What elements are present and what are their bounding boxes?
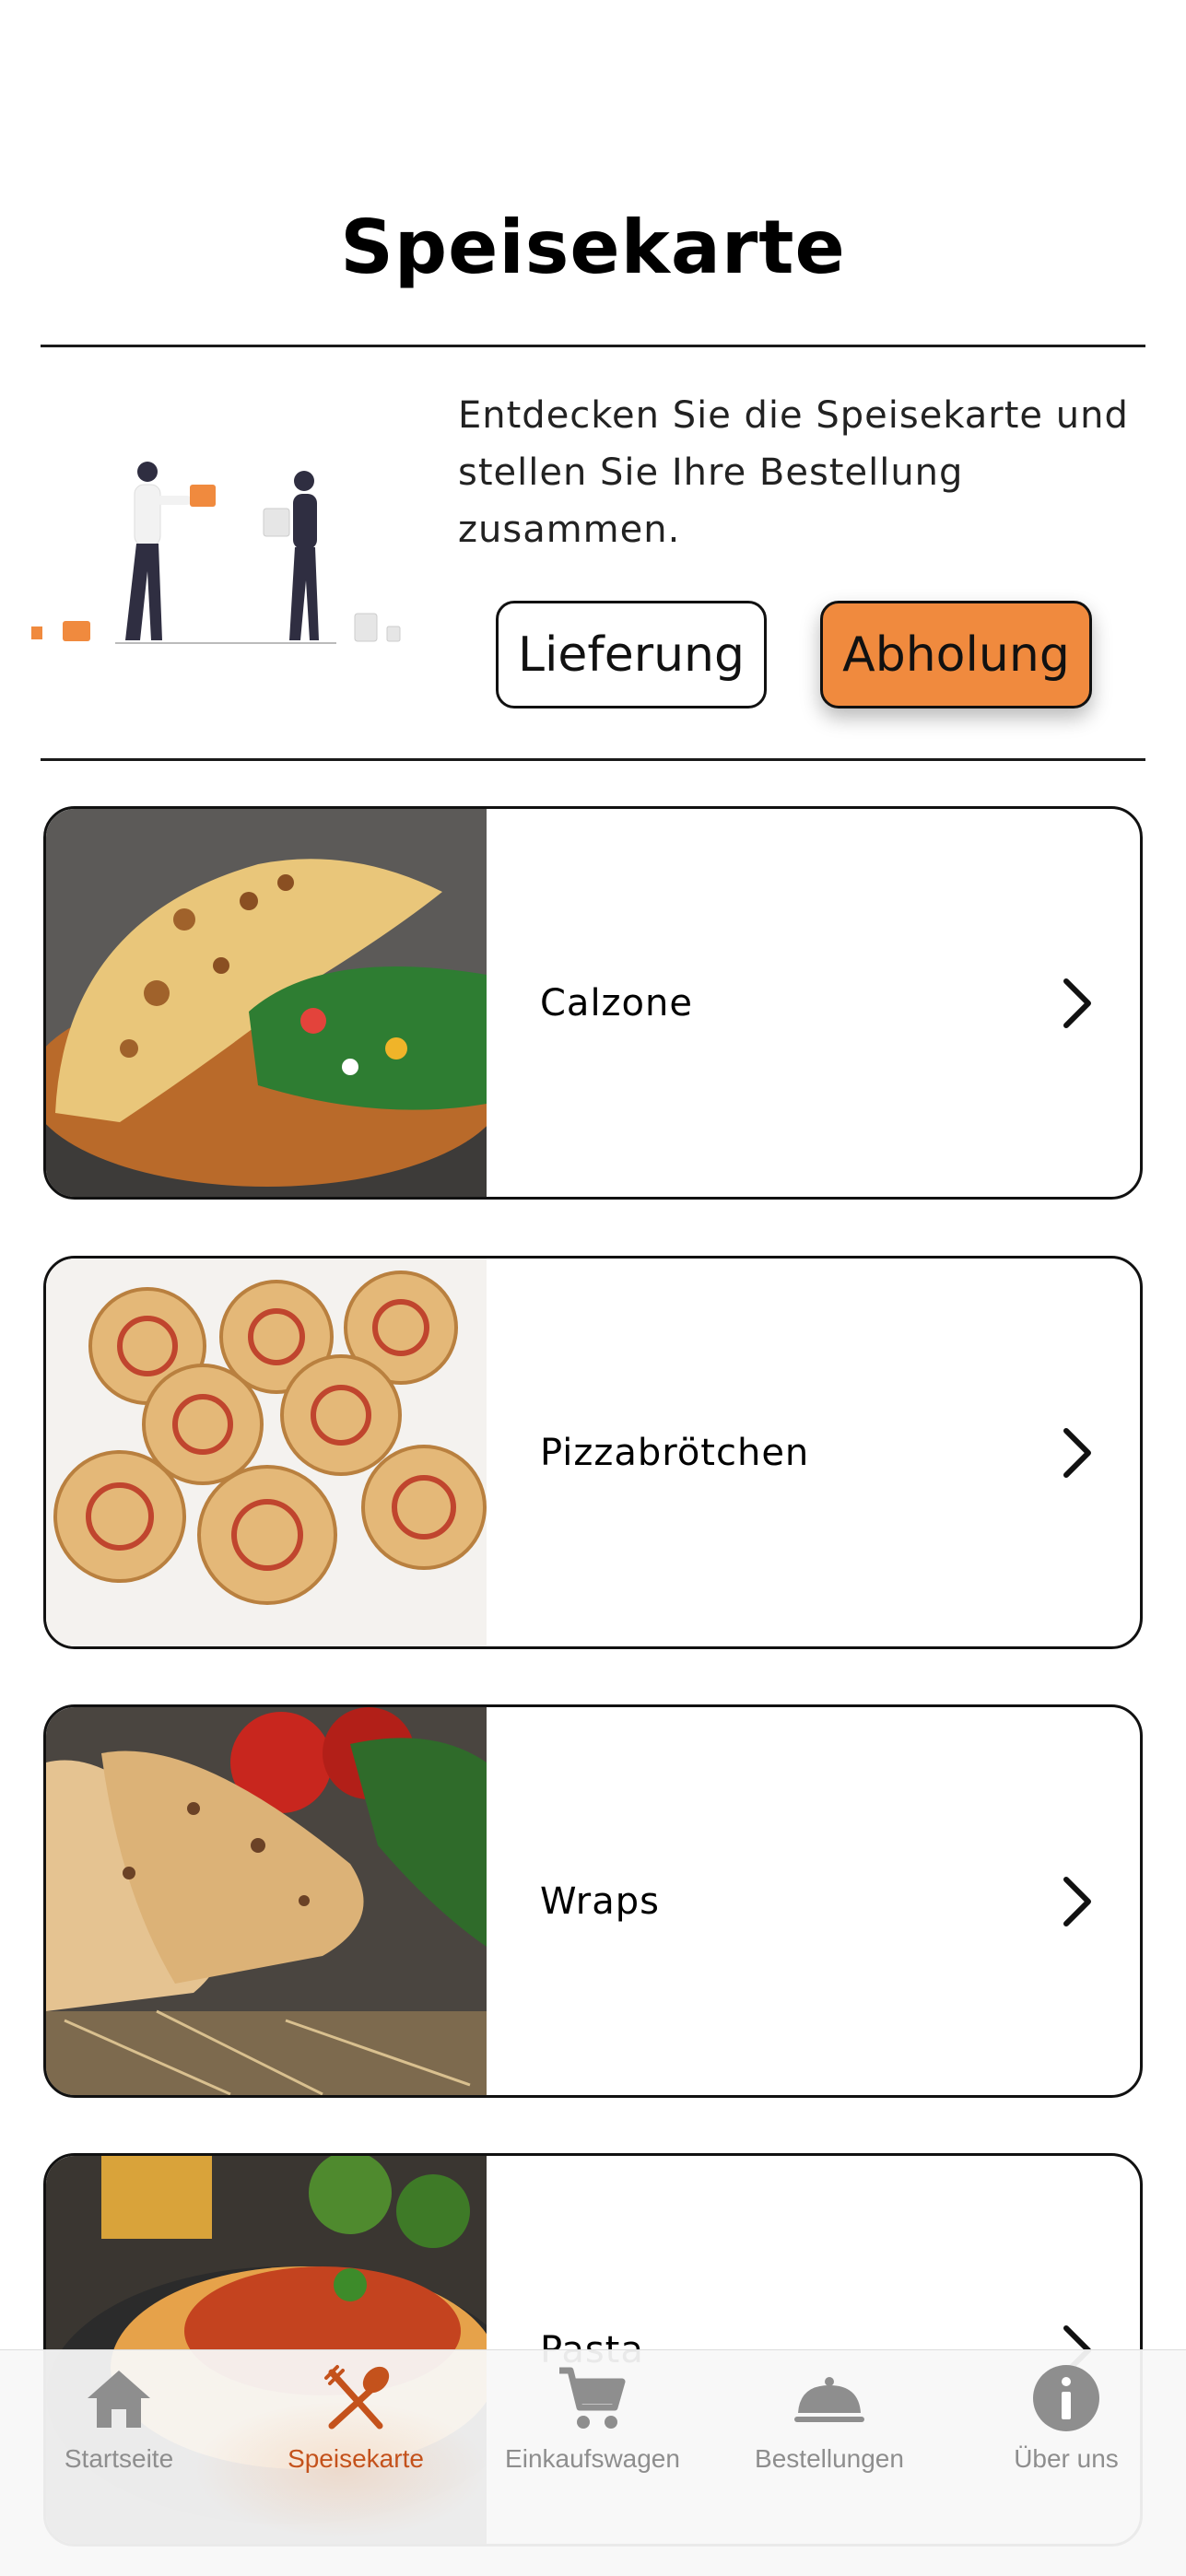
chevron-right-icon (1063, 978, 1091, 1028)
tab-label: Bestellungen (755, 2444, 904, 2473)
tab-label: Über uns (1014, 2444, 1119, 2473)
tab-bar: Startseite Speisekarte Einkaufswagen Bes… (0, 2349, 1186, 2576)
category-card-pizzabroetchen[interactable]: Pizzabrötchen (43, 1256, 1143, 1649)
cart-icon (559, 2367, 626, 2429)
tab-label: Einkaufswagen (505, 2444, 680, 2473)
category-label: Pizzabrötchen (540, 1431, 810, 1474)
tab-speisekarte[interactable]: Speisekarte (237, 2350, 475, 2498)
tab-label: Startseite (64, 2444, 174, 2473)
calzone-image (46, 809, 487, 1197)
intro-text: Entdecken Sie die Speisekarte und stelle… (458, 394, 1129, 551)
delivery-illustration (31, 462, 401, 644)
cloche-icon (794, 2377, 864, 2422)
chevron-right-icon (1063, 1876, 1091, 1926)
cutlery-icon (324, 2365, 390, 2430)
pickup-button[interactable]: Abholung (820, 601, 1092, 708)
chevron-right-icon (1063, 1427, 1091, 1478)
tab-ueber-uns[interactable]: Über uns (947, 2350, 1185, 2498)
pizzabroetchen-image (46, 1259, 487, 1646)
page-title: Speisekarte (340, 205, 846, 290)
tab-startseite[interactable]: Startseite (0, 2350, 238, 2498)
category-label: Wraps (540, 1879, 660, 1923)
tab-label: Speisekarte (288, 2444, 424, 2473)
category-card-calzone[interactable]: Calzone (43, 806, 1143, 1200)
header-divider (41, 345, 1145, 347)
delivery-button[interactable]: Lieferung (496, 601, 767, 708)
category-label: Calzone (540, 981, 693, 1025)
tab-einkaufswagen[interactable]: Einkaufswagen (474, 2350, 711, 2498)
wraps-image (46, 1707, 487, 2095)
tab-bestellungen[interactable]: Bestellungen (710, 2350, 948, 2498)
info-icon (1033, 2365, 1099, 2431)
home-icon (88, 2371, 150, 2428)
intro-divider (41, 758, 1145, 761)
category-card-wraps[interactable]: Wraps (43, 1704, 1143, 2098)
